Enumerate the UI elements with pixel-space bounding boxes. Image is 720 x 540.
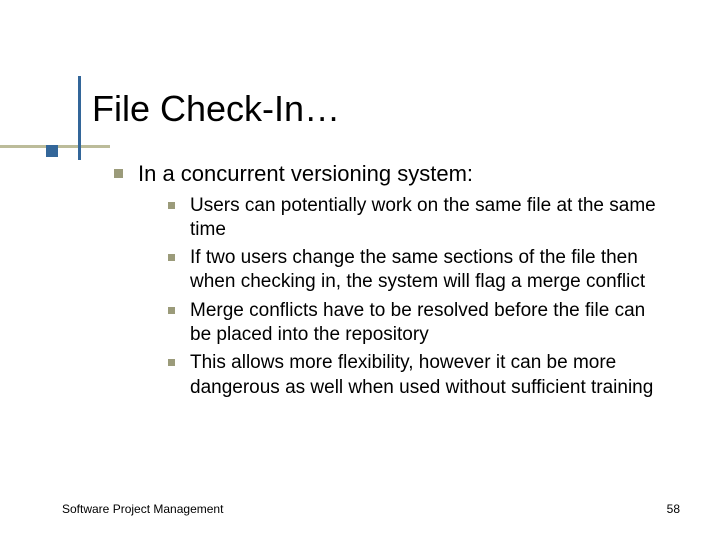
- page-number: 58: [667, 502, 680, 516]
- slide-title: File Check-In…: [92, 88, 340, 130]
- bullet-level2: If two users change the same sections of…: [138, 246, 668, 295]
- bullet-level2-text: Merge conflicts have to be resolved befo…: [190, 300, 645, 345]
- bullet-level2-text: Users can potentially work on the same f…: [190, 195, 656, 240]
- bullet-level2-text: This allows more flexibility, however it…: [190, 352, 653, 397]
- footer-left: Software Project Management: [62, 502, 223, 516]
- bullet-level2: Merge conflicts have to be resolved befo…: [138, 299, 668, 348]
- bullet-level2-text: If two users change the same sections of…: [190, 247, 645, 292]
- slide-body: In a concurrent versioning system: Users…: [108, 160, 668, 410]
- bullet-level1-text: In a concurrent versioning system:: [138, 161, 473, 186]
- bullet-level2: This allows more flexibility, however it…: [138, 351, 668, 400]
- bullet-level2: Users can potentially work on the same f…: [138, 194, 668, 243]
- slide: File Check-In… In a concurrent versionin…: [0, 0, 720, 540]
- bullet-level1: In a concurrent versioning system: Users…: [108, 160, 668, 400]
